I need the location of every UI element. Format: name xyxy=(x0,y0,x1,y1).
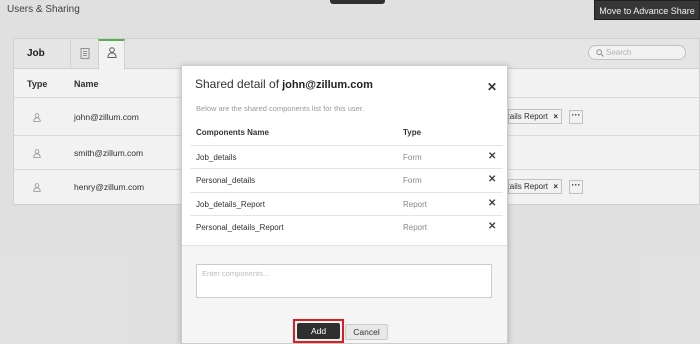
remove-component-icon[interactable]: ✕ xyxy=(488,198,496,209)
row-divider xyxy=(190,145,503,146)
row-divider xyxy=(190,168,503,169)
close-icon[interactable]: ✕ xyxy=(487,80,497,94)
component-type: Form xyxy=(403,176,422,185)
modal-title-email: john@zillum.com xyxy=(282,79,373,91)
row-divider xyxy=(190,192,503,193)
component-type: Report xyxy=(403,223,428,232)
modal-title: Shared detail of john@zillum.com xyxy=(195,77,373,91)
modal-subtitle: Below are the shared components list for… xyxy=(196,104,365,113)
cancel-button[interactable]: Cancel xyxy=(345,324,388,340)
column-header-type: Type xyxy=(403,128,422,137)
shared-detail-modal: Shared detail of john@zillum.com ✕ Below … xyxy=(181,65,508,344)
components-input[interactable] xyxy=(196,264,492,298)
component-type: Form xyxy=(403,153,422,162)
remove-component-icon[interactable]: ✕ xyxy=(488,174,496,185)
component-type: Report xyxy=(403,200,428,209)
remove-component-icon[interactable]: ✕ xyxy=(488,151,496,162)
add-button[interactable]: Add xyxy=(297,323,340,339)
component-name: Job_details xyxy=(196,153,237,162)
component-name: Personal_details_Report xyxy=(196,223,284,232)
component-name: Job_details_Report xyxy=(196,200,265,209)
modal-title-prefix: Shared detail of xyxy=(195,77,280,91)
remove-component-icon[interactable]: ✕ xyxy=(488,221,496,232)
component-name: Personal_details xyxy=(196,176,256,185)
column-header-components-name: Components Name xyxy=(196,128,269,137)
row-divider xyxy=(190,215,503,216)
